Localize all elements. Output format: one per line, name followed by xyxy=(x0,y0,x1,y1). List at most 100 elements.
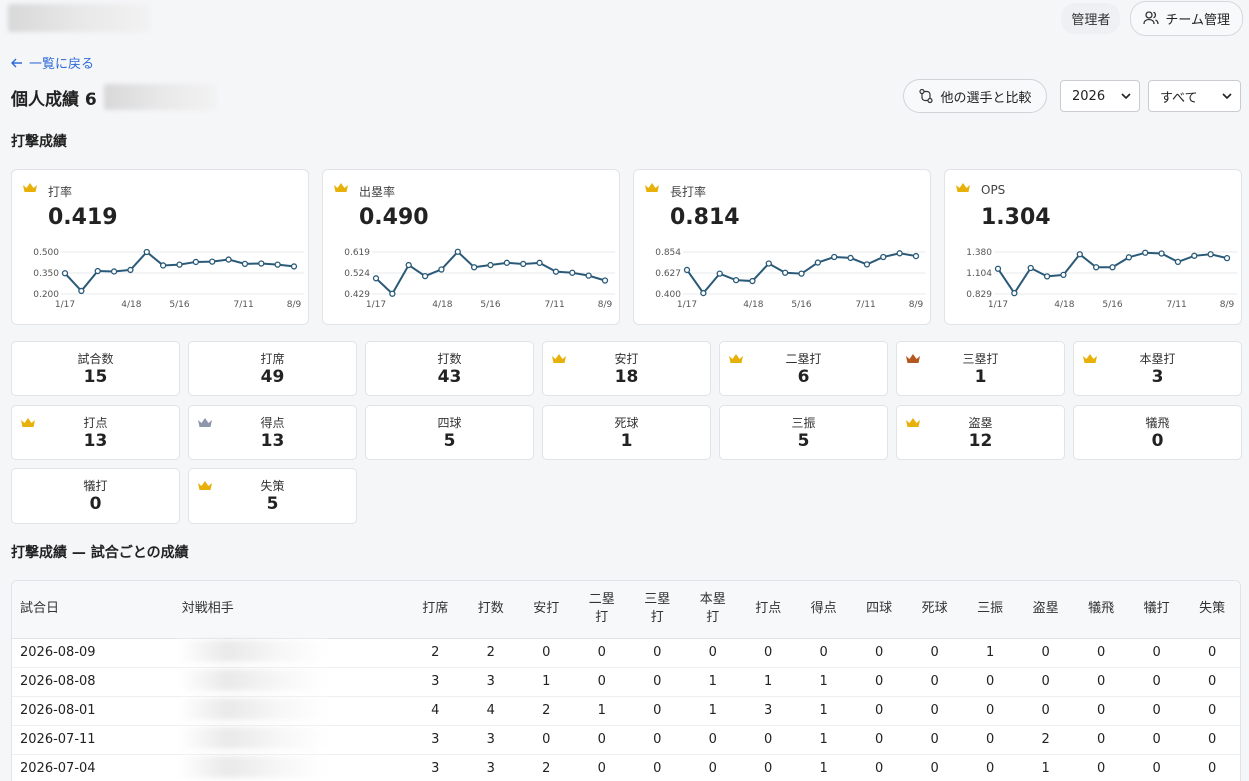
column-header[interactable]: 得点 xyxy=(795,581,852,639)
data-point[interactable] xyxy=(421,272,429,280)
data-point[interactable] xyxy=(159,262,167,269)
data-point[interactable] xyxy=(1207,251,1214,258)
stat-cell: 0 xyxy=(1128,638,1185,668)
data-point[interactable] xyxy=(94,267,101,275)
year-select[interactable]: 2026 xyxy=(1060,80,1140,112)
category-select[interactable]: すべて xyxy=(1148,80,1241,112)
data-point[interactable] xyxy=(880,253,887,261)
data-point[interactable] xyxy=(1191,252,1198,259)
data-point[interactable] xyxy=(1092,264,1100,271)
data-point[interactable] xyxy=(209,258,216,265)
data-point[interactable] xyxy=(1027,264,1034,272)
column-header[interactable]: 二塁打 xyxy=(574,581,630,639)
data-point[interactable] xyxy=(569,269,576,276)
column-header[interactable]: 死球 xyxy=(906,581,963,639)
data-point[interactable] xyxy=(1142,249,1149,256)
column-header[interactable]: 試合日 xyxy=(12,581,170,639)
column-header[interactable]: 犠飛 xyxy=(1073,581,1129,639)
data-point[interactable] xyxy=(290,263,298,270)
table-row[interactable]: 2026-08-01 4 4 2 1 0 1 3 1 0 0 0 0 0 0 0 xyxy=(12,696,1240,726)
team-manage-button[interactable]: チーム管理 xyxy=(1130,0,1243,36)
data-point[interactable] xyxy=(454,248,461,255)
data-point[interactable] xyxy=(732,276,740,284)
data-point[interactable] xyxy=(601,277,609,284)
data-point[interactable] xyxy=(503,259,511,266)
column-header[interactable]: 失策 xyxy=(1184,581,1240,639)
data-point[interactable] xyxy=(798,270,805,277)
column-header[interactable]: 対戦相手 xyxy=(169,581,408,639)
data-point[interactable] xyxy=(847,254,854,262)
data-point[interactable] xyxy=(78,287,85,295)
data-point[interactable] xyxy=(552,268,560,275)
data-point[interactable] xyxy=(912,252,920,260)
data-point[interactable] xyxy=(1109,264,1116,271)
data-point[interactable] xyxy=(1011,290,1018,297)
column-header[interactable]: 安打 xyxy=(518,581,574,639)
data-point[interactable] xyxy=(863,261,871,268)
data-point[interactable] xyxy=(831,253,838,261)
data-point[interactable] xyxy=(1158,250,1165,257)
x-tick-label: 7/11 xyxy=(234,300,254,310)
column-header[interactable]: 犠打 xyxy=(1128,581,1185,639)
stat-value: 1 xyxy=(620,431,633,451)
data-point[interactable] xyxy=(405,261,412,269)
data-point[interactable] xyxy=(520,260,527,268)
data-point[interactable] xyxy=(274,261,281,268)
data-point[interactable] xyxy=(896,250,903,257)
table-row[interactable]: 2026-07-11 3 3 0 0 0 0 0 1 0 0 0 2 0 0 0 xyxy=(12,725,1240,755)
x-tick-label: 4/18 xyxy=(1054,300,1074,310)
data-point[interactable] xyxy=(1076,251,1083,258)
stat-cell: 1 xyxy=(795,667,852,697)
back-link[interactable]: 一覧に戻る xyxy=(11,53,94,72)
data-point[interactable] xyxy=(683,266,691,274)
data-point[interactable] xyxy=(258,260,265,267)
column-header[interactable]: 三塁打 xyxy=(629,581,685,639)
data-point[interactable] xyxy=(585,272,592,279)
stat-cell: 0 xyxy=(518,638,574,668)
table-row[interactable]: 2026-08-09 2 2 0 0 0 0 0 0 0 0 1 0 0 0 0 xyxy=(12,638,1240,668)
stat-card: 打数 43 xyxy=(365,341,534,396)
data-point[interactable] xyxy=(1043,273,1051,280)
data-point[interactable] xyxy=(749,277,756,285)
stat-value: 0 xyxy=(89,494,102,514)
data-point[interactable] xyxy=(716,270,723,277)
kpi-value: 0.814 xyxy=(670,205,740,230)
data-point[interactable] xyxy=(994,265,1002,272)
data-point[interactable] xyxy=(1125,254,1133,261)
stat-label: 本塁打 xyxy=(1139,352,1176,366)
column-header[interactable]: 打席 xyxy=(407,581,464,639)
column-header[interactable]: 打点 xyxy=(740,581,796,639)
column-header[interactable]: 四球 xyxy=(851,581,907,639)
x-tick-label: 7/11 xyxy=(545,300,565,310)
data-point[interactable] xyxy=(536,259,543,266)
data-point[interactable] xyxy=(470,264,478,271)
column-header[interactable]: 打数 xyxy=(463,581,519,639)
data-point[interactable] xyxy=(110,268,118,275)
data-point[interactable] xyxy=(765,260,772,267)
data-point[interactable] xyxy=(389,290,396,297)
role-badge: 管理者 xyxy=(1061,2,1121,34)
data-point[interactable] xyxy=(700,289,707,297)
opponent-name-blurred xyxy=(177,668,328,691)
data-point[interactable] xyxy=(176,261,183,268)
data-point[interactable] xyxy=(225,256,232,263)
data-point[interactable] xyxy=(61,270,69,277)
column-header[interactable]: 三振 xyxy=(962,581,1018,639)
compare-players-button[interactable]: 他の選手と比較 xyxy=(903,79,1047,113)
column-header[interactable]: 本塁打 xyxy=(684,581,741,639)
table-row[interactable]: 2026-08-08 3 3 1 0 0 1 1 1 0 0 0 0 0 0 0 xyxy=(12,667,1240,697)
data-point[interactable] xyxy=(1223,254,1231,262)
data-point[interactable] xyxy=(372,275,380,282)
data-point[interactable] xyxy=(192,258,200,266)
data-point[interactable] xyxy=(1060,271,1067,279)
data-point[interactable] xyxy=(241,260,249,268)
table-row[interactable]: 2026-07-04 3 3 2 0 0 0 0 1 0 0 0 1 0 0 0 xyxy=(12,754,1240,781)
data-point[interactable] xyxy=(781,269,789,276)
data-point[interactable] xyxy=(487,261,494,269)
data-point[interactable] xyxy=(438,266,445,273)
data-point[interactable] xyxy=(814,259,822,266)
data-point[interactable] xyxy=(143,248,150,256)
column-header[interactable]: 盗塁 xyxy=(1017,581,1074,639)
data-point[interactable] xyxy=(127,266,134,274)
data-point[interactable] xyxy=(1174,258,1182,266)
